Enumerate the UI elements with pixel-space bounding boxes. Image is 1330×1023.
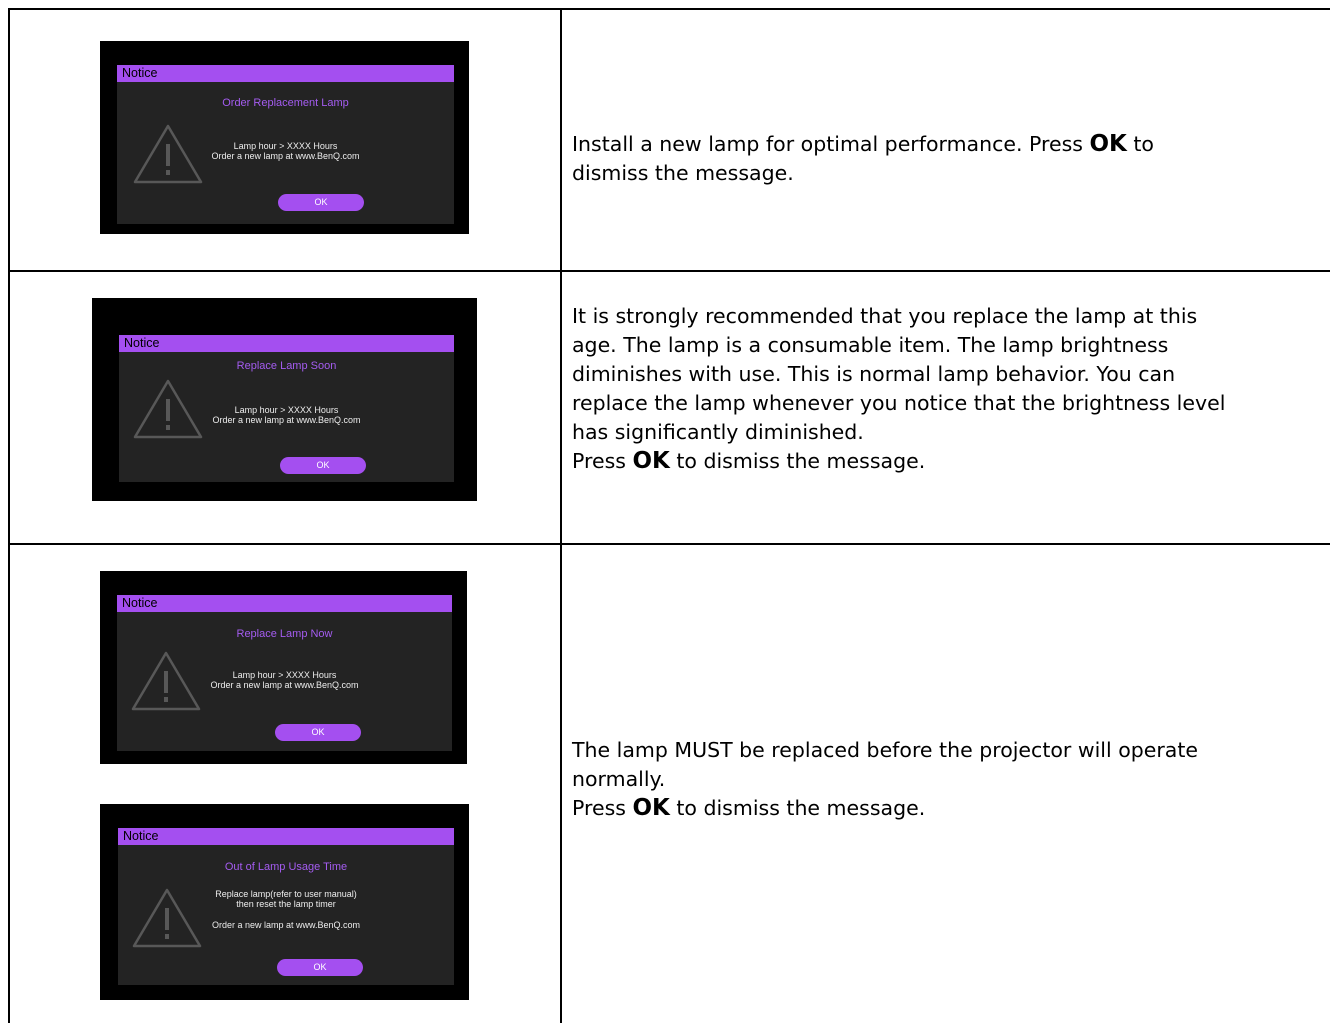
description-line: dismiss the message. — [572, 161, 794, 185]
dialog-panel: Notice Out of Lamp Usage Time Replace la… — [118, 828, 454, 985]
description-line: The lamp MUST be replaced before the pro… — [572, 738, 1199, 762]
text-span: Press — [572, 449, 633, 473]
dialog-subtitle: Replace Lamp Now — [236, 628, 333, 640]
description-line: Press OK to dismiss the message. — [572, 794, 1330, 823]
body-line: Order a new lamp at www.BenQ.com — [212, 415, 361, 425]
body-line: Order a new lamp at www.BenQ.com — [210, 680, 359, 690]
dialog-body: Lamp hour > XXXX Hours Order a new lamp … — [119, 405, 454, 425]
dialog-title: Notice — [117, 595, 452, 612]
dialog-subtitle: Replace Lamp Soon — [236, 360, 337, 372]
text-span: to — [1126, 132, 1154, 156]
ok-button[interactable]: OK — [278, 194, 364, 211]
description-line: age. The lamp is a consumable item. The … — [572, 333, 1169, 357]
description-line: Press OK to dismiss the message. — [572, 447, 1330, 476]
notice-dialog: Notice Replace Lamp Soon Lamp hour > XXX… — [92, 298, 477, 501]
dialog-panel: Notice Replace Lamp Soon Lamp hour > XXX… — [119, 335, 454, 482]
row-divider — [8, 270, 1330, 272]
column-divider — [560, 8, 562, 1023]
dialog-title: Notice — [118, 828, 454, 845]
body-line: Lamp hour > XXXX Hours — [234, 405, 339, 415]
text-span: to dismiss the message. — [669, 796, 926, 820]
ok-button[interactable]: OK — [275, 724, 361, 741]
notice-dialog: Notice Order Replacement Lamp Lamp hour … — [100, 41, 469, 234]
body-line: Order a new lamp at www.BenQ.com — [211, 920, 361, 930]
ok-button[interactable]: OK — [280, 457, 366, 474]
text-span: to dismiss the message. — [669, 449, 926, 473]
description-line: has significantly diminished. — [572, 420, 864, 444]
description-line: normally. — [572, 767, 666, 791]
notice-dialog: Notice Replace Lamp Now Lamp hour > XXXX… — [100, 571, 467, 764]
dialog-subtitle: Order Replacement Lamp — [222, 97, 349, 109]
ok-label: OK — [1089, 131, 1127, 157]
body-line: Replace lamp(refer to user manual) — [215, 889, 357, 899]
dialog-title: Notice — [119, 335, 454, 352]
row-divider — [8, 543, 1330, 545]
body-line: Lamp hour > XXXX Hours — [233, 141, 338, 151]
dialog-body: Lamp hour > XXXX Hours Order a new lamp … — [117, 670, 452, 690]
ok-label: OK — [632, 448, 670, 474]
text-span: Install a new lamp for optimal performan… — [572, 132, 1090, 156]
row-description: Install a new lamp for optimal performan… — [572, 130, 1330, 188]
dialog-panel: Notice Order Replacement Lamp Lamp hour … — [117, 65, 454, 224]
row-description: The lamp MUST be replaced before the pro… — [572, 736, 1330, 823]
body-line: Order a new lamp at www.BenQ.com — [211, 151, 360, 161]
description-line: Install a new lamp for optimal performan… — [572, 130, 1330, 159]
dialog-title: Notice — [117, 65, 454, 82]
dialog-body: Replace lamp(refer to user manual) then … — [118, 889, 454, 930]
body-line: then reset the lamp timer — [236, 899, 336, 909]
description-line: diminishes with use. This is normal lamp… — [572, 362, 1176, 386]
row-description: It is strongly recommended that you repl… — [572, 302, 1330, 476]
dialog-body: Lamp hour > XXXX Hours Order a new lamp … — [117, 141, 454, 161]
ok-button[interactable]: OK — [277, 959, 363, 976]
body-line: Lamp hour > XXXX Hours — [232, 670, 337, 680]
description-line: replace the lamp whenever you notice tha… — [572, 391, 1226, 415]
ok-label: OK — [632, 795, 670, 821]
description-line: It is strongly recommended that you repl… — [572, 304, 1198, 328]
dialog-subtitle: Out of Lamp Usage Time — [224, 861, 348, 873]
notice-dialog: Notice Out of Lamp Usage Time Replace la… — [100, 804, 469, 1000]
text-span: Press — [572, 796, 633, 820]
dialog-panel: Notice Replace Lamp Now Lamp hour > XXXX… — [117, 595, 452, 751]
